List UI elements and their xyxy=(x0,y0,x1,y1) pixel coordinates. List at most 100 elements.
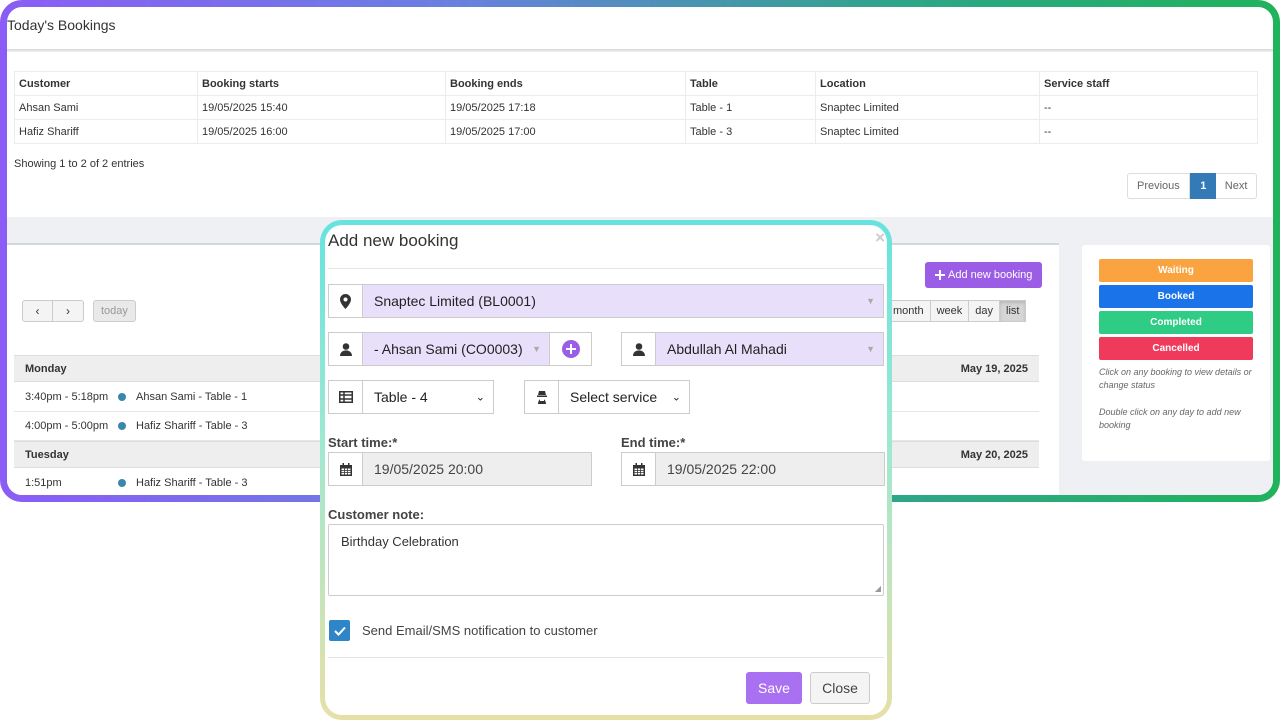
legend-hint-click: Click on any booking to view details or … xyxy=(1099,367,1252,390)
staff-select-value[interactable]: Abdullah Al Mahadi ▼ xyxy=(656,333,883,365)
chevron-down-icon: ▼ xyxy=(866,296,875,306)
table-row[interactable]: Hafiz Shariff 19/05/2025 16:00 19/05/202… xyxy=(14,119,1258,144)
day-name: Tuesday xyxy=(25,448,69,461)
add-booking-modal: Add new booking × Snaptec Limited (BL000… xyxy=(320,220,892,720)
day-date: May 19, 2025 xyxy=(960,362,1028,375)
day-date: May 20, 2025 xyxy=(960,448,1028,461)
staff-value: Abdullah Al Mahadi xyxy=(667,341,787,357)
customer-note-textarea[interactable]: Birthday Celebration ◢ xyxy=(328,524,884,596)
column-header-location[interactable]: Location xyxy=(815,71,1040,96)
pagination-next[interactable]: Next xyxy=(1215,173,1258,199)
location-value: Snaptec Limited (BL0001) xyxy=(374,293,536,309)
resize-handle-icon[interactable]: ◢ xyxy=(875,584,881,593)
event-dot-icon xyxy=(118,393,126,401)
calendar-icon xyxy=(622,453,656,485)
pagination: Previous 1 Next xyxy=(1127,173,1258,199)
cell-location: Snaptec Limited xyxy=(815,95,1040,120)
start-time-value[interactable]: 19/05/2025 20:00 xyxy=(363,453,591,485)
save-button[interactable]: Save xyxy=(746,672,802,704)
add-new-booking-button[interactable]: Add new booking xyxy=(925,262,1043,288)
start-time-label: Start time:* xyxy=(328,435,398,450)
end-time-field[interactable]: 19/05/2025 22:00 xyxy=(621,452,885,486)
customer-note-label: Customer note: xyxy=(328,507,425,522)
customer-select-value[interactable]: - Ahsan Sami (CO0003) ▼ xyxy=(363,333,549,365)
add-new-booking-label: Add new booking xyxy=(948,269,1033,281)
event-time: 3:40pm - 5:18pm xyxy=(25,391,109,403)
chevron-down-icon: ⌄ xyxy=(671,391,681,404)
bookings-table: Customer Booking starts Booking ends Tab… xyxy=(14,71,1258,144)
modal-header-divider xyxy=(328,268,884,269)
modal-footer-divider xyxy=(328,657,884,658)
location-select-value[interactable]: Snaptec Limited (BL0001) ▼ xyxy=(363,285,883,317)
customer-value: - Ahsan Sami (CO0003) xyxy=(374,341,523,357)
plus-circle-icon xyxy=(561,340,580,358)
add-customer-button[interactable] xyxy=(549,333,591,365)
cell-booking-ends: 19/05/2025 17:18 xyxy=(445,95,686,120)
cell-booking-starts: 19/05/2025 15:40 xyxy=(197,95,446,120)
checkmark-icon xyxy=(333,626,346,636)
view-day-button[interactable]: day xyxy=(968,300,1001,322)
calendar-next-button[interactable]: › xyxy=(53,300,84,322)
calendar-today-button[interactable]: today xyxy=(93,300,136,322)
cell-location: Snaptec Limited xyxy=(815,119,1040,144)
view-list-button[interactable]: list xyxy=(999,300,1027,322)
chevron-right-icon: › xyxy=(66,304,70,318)
column-header-service-staff[interactable]: Service staff xyxy=(1039,71,1258,96)
column-header-booking-starts[interactable]: Booking starts xyxy=(197,71,446,96)
table-select-value[interactable]: Table - 4 ⌄ xyxy=(363,381,493,413)
user-icon xyxy=(329,333,363,365)
table-row[interactable]: Ahsan Sami 19/05/2025 15:40 19/05/2025 1… xyxy=(14,95,1258,120)
start-time-field[interactable]: 19/05/2025 20:00 xyxy=(328,452,592,486)
entries-info: Showing 1 to 2 of 2 entries xyxy=(14,158,145,170)
notification-checkbox[interactable] xyxy=(329,620,350,641)
column-header-customer[interactable]: Customer xyxy=(14,71,198,96)
cell-service-staff: -- xyxy=(1039,119,1258,144)
user-icon xyxy=(622,333,656,365)
chevron-left-icon: ‹ xyxy=(35,304,40,318)
table-header-row: Customer Booking starts Booking ends Tab… xyxy=(14,71,1258,96)
close-button[interactable]: Close xyxy=(810,672,870,704)
cell-table: Table - 1 xyxy=(685,95,816,120)
service-select-value[interactable]: Select service ⌄ xyxy=(559,381,689,413)
view-week-button[interactable]: week xyxy=(929,300,970,322)
calendar-nav: ‹ › xyxy=(22,300,84,322)
cell-booking-starts: 19/05/2025 16:00 xyxy=(197,119,446,144)
cell-customer: Ahsan Sami xyxy=(14,95,198,120)
service-icon xyxy=(525,381,559,413)
close-icon[interactable]: × xyxy=(875,228,885,248)
status-waiting: Waiting xyxy=(1099,259,1253,282)
notification-label[interactable]: Send Email/SMS notification to customer xyxy=(362,623,598,638)
end-time-value[interactable]: 19/05/2025 22:00 xyxy=(656,453,884,485)
cell-service-staff: -- xyxy=(1039,95,1258,120)
status-legend: Waiting Booked Completed Cancelled Click… xyxy=(1082,245,1270,461)
column-header-table[interactable]: Table xyxy=(685,71,816,96)
table-select[interactable]: Table - 4 ⌄ xyxy=(328,380,494,414)
event-title: Hafiz Shariff - Table - 3 xyxy=(136,420,248,432)
pagination-page-1[interactable]: 1 xyxy=(1189,173,1216,199)
event-title: Hafiz Shariff - Table - 3 xyxy=(136,477,248,489)
todays-bookings-title: Today's Bookings xyxy=(7,17,116,33)
view-month-button[interactable]: month xyxy=(886,300,931,322)
chevron-down-icon: ⌄ xyxy=(475,391,485,404)
table-value: Table - 4 xyxy=(374,389,428,405)
plus-icon xyxy=(935,270,945,280)
event-title: Ahsan Sami - Table - 1 xyxy=(136,391,248,403)
column-header-booking-ends[interactable]: Booking ends xyxy=(445,71,686,96)
pagination-previous[interactable]: Previous xyxy=(1127,173,1190,199)
status-completed: Completed xyxy=(1099,311,1253,334)
event-time: 1:51pm xyxy=(25,477,62,489)
status-cancelled: Cancelled xyxy=(1099,337,1253,360)
chevron-down-icon: ▼ xyxy=(866,344,875,354)
title-divider xyxy=(7,49,1273,52)
location-select[interactable]: Snaptec Limited (BL0001) ▼ xyxy=(328,284,884,318)
service-select[interactable]: Select service ⌄ xyxy=(524,380,690,414)
status-booked: Booked xyxy=(1099,285,1253,308)
cell-customer: Hafiz Shariff xyxy=(14,119,198,144)
customer-note-value: Birthday Celebration xyxy=(341,534,459,549)
staff-select[interactable]: Abdullah Al Mahadi ▼ xyxy=(621,332,884,366)
calendar-prev-button[interactable]: ‹ xyxy=(22,300,53,322)
customer-select[interactable]: - Ahsan Sami (CO0003) ▼ xyxy=(328,332,592,366)
event-dot-icon xyxy=(118,422,126,430)
event-dot-icon xyxy=(118,479,126,487)
cell-booking-ends: 19/05/2025 17:00 xyxy=(445,119,686,144)
